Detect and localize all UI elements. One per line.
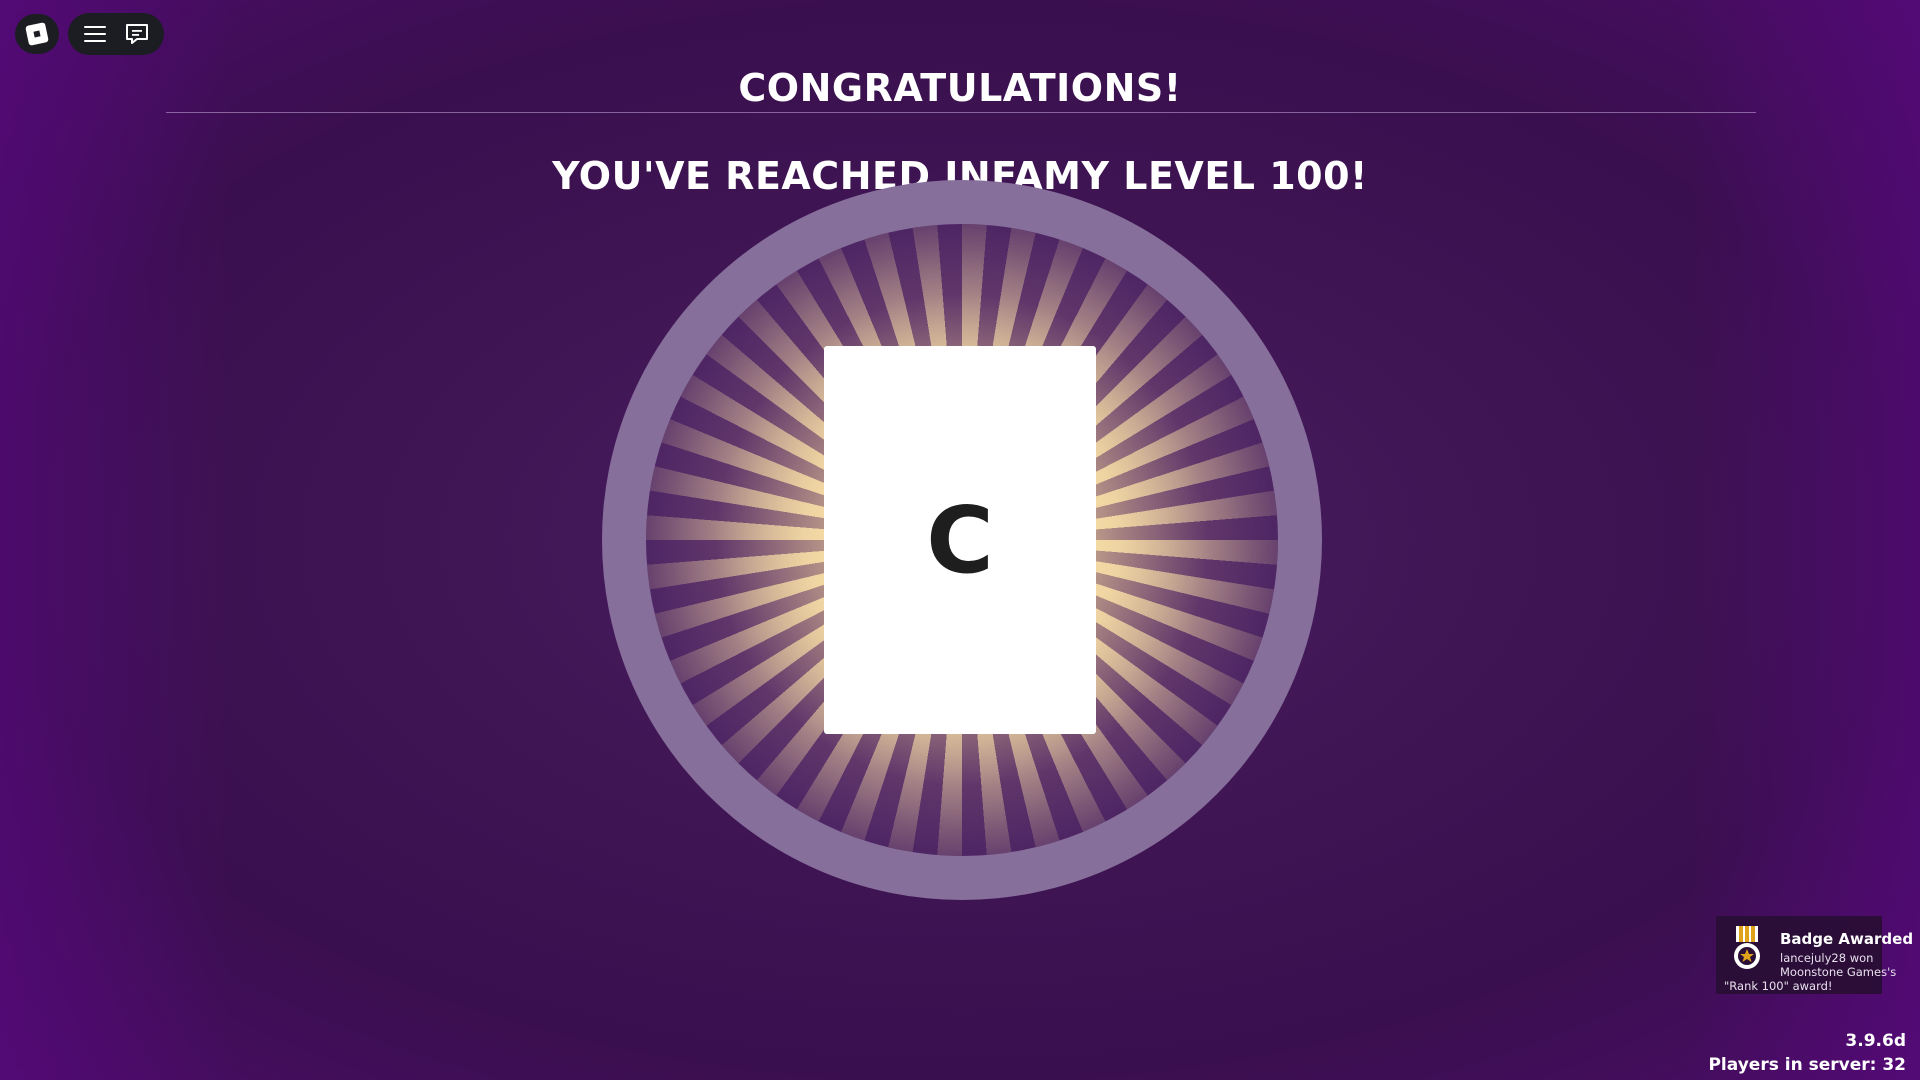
title-divider xyxy=(166,112,1756,113)
roblox-logo-icon xyxy=(25,22,49,46)
badge-toast-line3: "Rank 100" award! xyxy=(1724,979,1833,993)
congratulations-title: CONGRATULATIONS! xyxy=(738,66,1182,110)
roblox-menu-button[interactable] xyxy=(15,14,59,54)
medal-badge-icon xyxy=(1734,926,1760,969)
badge-toast-line1: lancejuly28 won xyxy=(1780,951,1874,965)
badge-toast-line2: Moonstone Games's xyxy=(1780,965,1897,979)
reward-card: C xyxy=(824,346,1096,734)
hamburger-menu-icon[interactable] xyxy=(78,17,112,51)
players-in-server: Players in server: 32 xyxy=(1708,1055,1906,1075)
card-letter: C xyxy=(926,486,994,594)
chat-icon[interactable] xyxy=(120,17,154,51)
topbar-controls xyxy=(68,13,164,55)
game-version: 3.9.6d xyxy=(1845,1031,1906,1051)
badge-toast-title: Badge Awarded xyxy=(1780,930,1914,948)
badge-awarded-notification[interactable]: Badge Awarded lancejuly28 won Moonstone … xyxy=(1716,916,1913,994)
badge-toast-line: lancejuly28 won Moonstone Games's xyxy=(1780,951,1896,979)
